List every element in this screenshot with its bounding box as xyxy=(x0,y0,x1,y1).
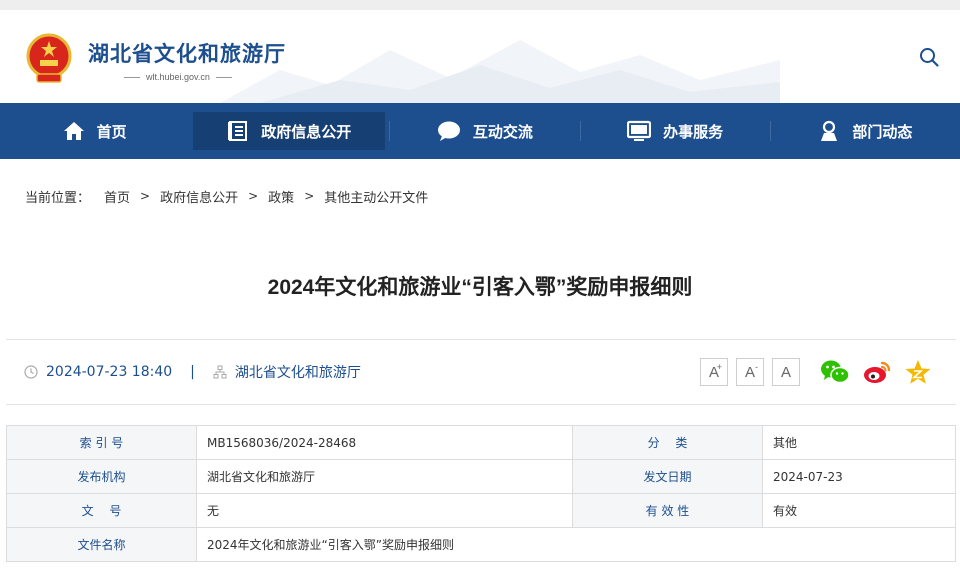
article-title: 2024年文化和旅游业“引客入鄂”奖励申报细则 xyxy=(267,276,693,299)
share-weibo-button[interactable] xyxy=(862,359,892,385)
national-emblem-icon xyxy=(26,33,72,83)
font-decrease-label: A xyxy=(744,363,755,381)
doc-no-value: 无 xyxy=(196,493,573,528)
site-title[interactable]: 湖北省文化和旅游厅 xyxy=(88,38,286,68)
nav-label: 互动交流 xyxy=(472,122,533,141)
mountain-backdrop xyxy=(220,40,780,103)
breadcrumb-lead: 当前位置： xyxy=(25,190,91,206)
font-decrease-button[interactable]: A- xyxy=(736,358,764,386)
issue-date-label: 发文日期 xyxy=(572,459,763,494)
nav-label: 首页 xyxy=(96,122,127,141)
publish-datetime: 2024-07-23 18:40 xyxy=(46,364,173,380)
site-header: 湖北省文化和旅游厅 wlt.hubei.gov.cn xyxy=(0,10,960,103)
article-tools: A + A- A xyxy=(700,358,956,386)
wechat-icon xyxy=(821,360,850,384)
breadcrumb-separator: > xyxy=(304,189,315,203)
breadcrumb-separator: > xyxy=(248,189,259,203)
article-source: 湖北省文化和旅游厅 xyxy=(234,365,361,381)
table-row: 文件名称 2024年文化和旅游业“引客入鄂”奖励申报细则 xyxy=(6,527,956,562)
breadcrumb: 当前位置： 首页 > 政府信息公开 > 政策 > 其他主动公开文件 xyxy=(0,159,960,233)
monitor-icon xyxy=(627,120,652,141)
breadcrumb-link-other-files[interactable]: 其他主动公开文件 xyxy=(324,187,428,206)
home-icon xyxy=(63,122,84,140)
site-domain: wlt.hubei.gov.cn xyxy=(118,72,238,82)
org-chart-icon xyxy=(213,365,227,379)
nav-label: 办事服务 xyxy=(663,122,724,141)
nav-label: 政府信息公开 xyxy=(261,122,352,141)
filename-value: 2024年文化和旅游业“引客入鄂”奖励申报细则 xyxy=(196,527,956,562)
share-wechat-button[interactable] xyxy=(820,359,850,385)
weibo-icon xyxy=(864,361,891,383)
nav-item-interaction[interactable]: 互动交流 xyxy=(390,103,579,159)
article-meta: 2024-07-23 18:40 | 湖北省文化和旅游厅 xyxy=(6,362,361,382)
publisher-value: 湖北省文化和旅游厅 xyxy=(196,459,573,494)
breadcrumb-link-gov-info[interactable]: 政府信息公开 xyxy=(160,187,238,206)
index-label: 索 引 号 xyxy=(6,425,197,460)
category-value: 其他 xyxy=(762,425,956,460)
clock-icon xyxy=(24,365,38,379)
breadcrumb-link-home[interactable]: 首页 xyxy=(104,187,130,206)
document-info-table: 索 引 号 MB1568036/2024-28468 分 类 其他 发布机构 湖… xyxy=(6,425,956,562)
font-increase-button[interactable]: A + xyxy=(700,358,728,386)
minus-mark: - xyxy=(755,362,758,372)
publisher-label: 发布机构 xyxy=(6,459,197,494)
favorite-star-icon xyxy=(905,360,931,384)
favorite-button[interactable] xyxy=(904,359,932,385)
font-reset-button[interactable]: A xyxy=(772,358,800,386)
category-label: 分 类 xyxy=(572,425,763,460)
breadcrumb-link-policy[interactable]: 政策 xyxy=(268,187,294,206)
nav-item-department-news[interactable]: 部门动态 xyxy=(771,103,960,159)
table-row: 文 号 无 有 效 性 有效 xyxy=(6,493,956,528)
nav-item-services[interactable]: 办事服务 xyxy=(581,103,770,159)
meta-divider: | xyxy=(190,364,195,380)
table-row: 索 引 号 MB1568036/2024-28468 分 类 其他 xyxy=(6,425,956,460)
person-icon xyxy=(821,120,838,141)
main-nav: 首页 政府信息公开 互动交流 办事服务 部门动态 xyxy=(0,103,960,159)
chat-bubble-icon xyxy=(437,121,460,141)
document-list-icon xyxy=(228,121,248,141)
validity-value: 有效 xyxy=(762,493,956,528)
filename-label: 文件名称 xyxy=(6,527,197,562)
top-strip xyxy=(0,0,960,10)
doc-no-label: 文 号 xyxy=(6,493,197,528)
plus-mark: + xyxy=(716,362,722,372)
issue-date-value: 2024-07-23 xyxy=(762,459,956,494)
nav-item-gov-info[interactable]: 政府信息公开 xyxy=(193,112,386,150)
article-meta-bar: 2024-07-23 18:40 | 湖北省文化和旅游厅 A + A- A xyxy=(6,339,956,405)
validity-label: 有 效 性 xyxy=(572,493,763,528)
table-row: 发布机构 湖北省文化和旅游厅 发文日期 2024-07-23 xyxy=(6,459,956,494)
nav-item-home[interactable]: 首页 xyxy=(0,103,189,159)
font-reset-label: A xyxy=(780,363,791,381)
breadcrumb-separator: > xyxy=(140,189,151,203)
nav-label: 部门动态 xyxy=(852,122,913,141)
index-value: MB1568036/2024-28468 xyxy=(196,425,573,460)
search-icon[interactable] xyxy=(918,46,940,68)
